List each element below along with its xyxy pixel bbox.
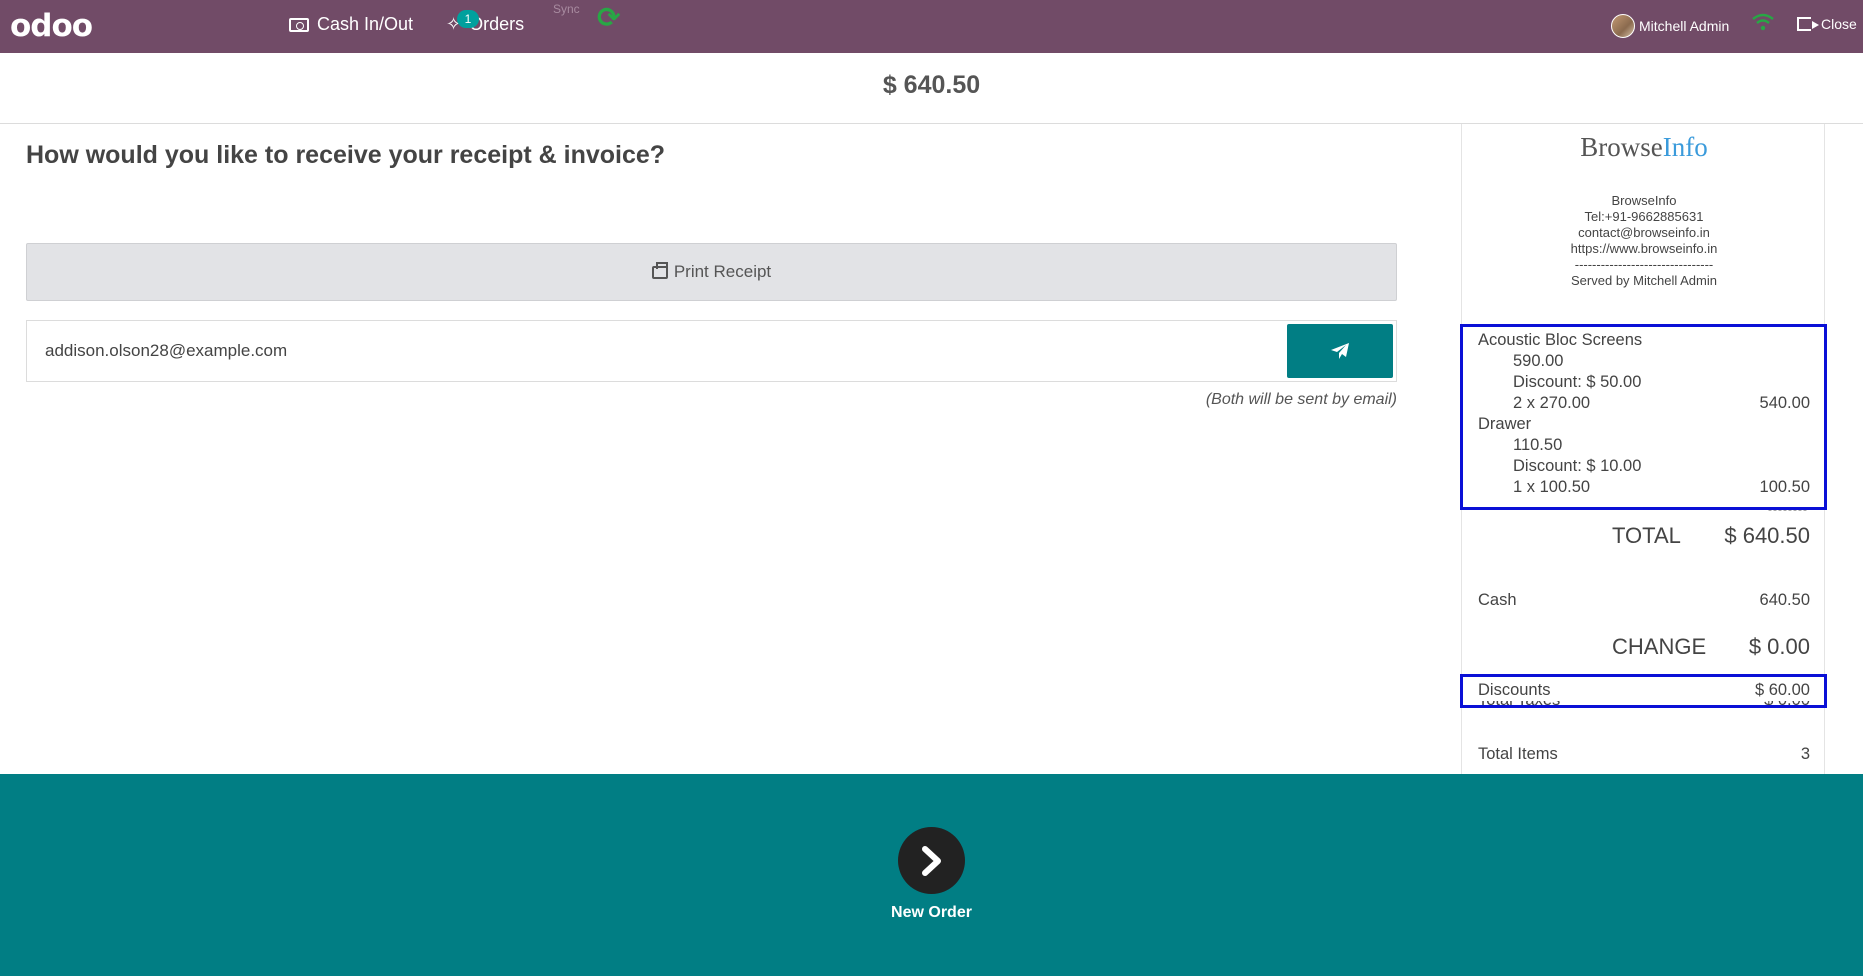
printer-icon: [651, 261, 668, 279]
close-button[interactable]: Close: [1797, 16, 1857, 32]
close-label: Close: [1821, 16, 1857, 32]
money-icon: [289, 17, 309, 32]
company-name: BrowseInfo: [1611, 193, 1677, 208]
header-separator: --------------------------------: [1574, 257, 1714, 272]
company-logo: BrowseInfo: [1462, 132, 1826, 163]
cash-label: Cash: [1478, 591, 1517, 609]
send-email-button[interactable]: [1287, 324, 1393, 378]
email-field[interactable]: [45, 321, 1295, 381]
user-menu[interactable]: Mitchell Admin: [1611, 14, 1729, 38]
sign-out-icon: [1797, 17, 1819, 31]
discounts-highlight: [1460, 674, 1827, 708]
total-value: $ 640.50: [1724, 523, 1810, 548]
chevron-right-icon: [921, 845, 941, 876]
company-email: contact@browseinfo.in: [1578, 225, 1710, 240]
user-name: Mitchell Admin: [1639, 18, 1730, 34]
email-field-row: [26, 320, 1397, 382]
items-label: Total Items: [1478, 745, 1558, 763]
cash-value: 640.50: [1759, 591, 1810, 609]
cash-in-out-button[interactable]: Cash In/Out: [289, 14, 413, 35]
print-receipt-button[interactable]: Print Receipt: [26, 243, 1397, 301]
email-hint: (Both will be sent by email): [1205, 391, 1397, 408]
cash-in-out-label: Cash In/Out: [317, 14, 414, 34]
items-value: 3: [1800, 745, 1810, 763]
served-by: Served by Mitchell Admin: [1571, 273, 1717, 288]
logo-text-info: Info: [1662, 132, 1708, 162]
print-receipt-label: Print Receipt: [673, 262, 772, 281]
new-order-label: New Order: [891, 904, 972, 921]
receipt-header: BrowseInfo Tel:+91-9662885631 contact@br…: [1462, 193, 1826, 289]
avatar: [1611, 14, 1635, 38]
amount-header: $ 640.50: [0, 53, 1863, 124]
sync-label: Sync: [553, 2, 580, 16]
change-value: $ 0.00: [1748, 634, 1810, 659]
company-tel: Tel:+91-9662885631: [1584, 209, 1704, 224]
logo-text-browse: Browse: [1580, 132, 1663, 162]
order-lines-highlight: [1460, 324, 1827, 510]
receipt-question-title: How would you like to receive your recei…: [26, 141, 666, 169]
wifi-icon: [1752, 13, 1774, 31]
change-label: CHANGE: [1612, 634, 1707, 659]
paper-plane-icon: [1331, 343, 1349, 359]
footer-bar: New Order: [0, 774, 1863, 976]
company-website: https://www.browseinfo.in: [1570, 241, 1718, 256]
order-total-amount: $ 640.50: [882, 71, 981, 99]
sync-icon[interactable]: ⟳: [597, 1, 620, 34]
orders-count-badge: 1: [457, 10, 479, 28]
odoo-logo: odoo: [10, 8, 93, 44]
total-label: TOTAL: [1612, 523, 1681, 548]
new-order-button[interactable]: [898, 827, 965, 894]
top-navbar: odoo Cash In/Out ✧ Orders 1 Sync ⟳ Mitch…: [0, 0, 1863, 53]
